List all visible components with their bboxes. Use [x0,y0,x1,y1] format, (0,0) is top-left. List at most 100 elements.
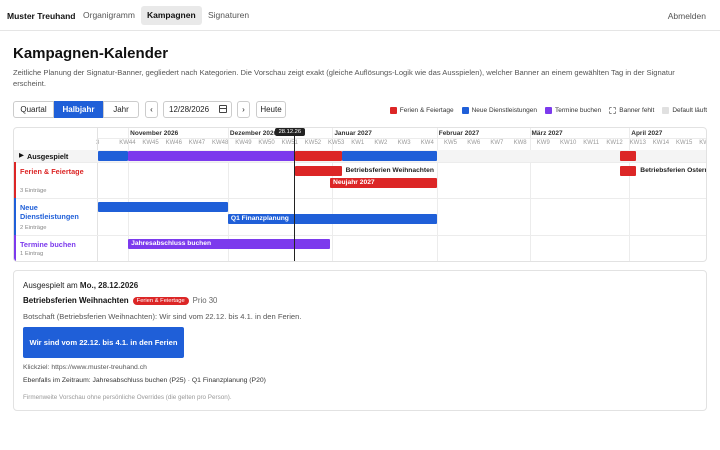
legend-swatch [609,106,617,114]
campaign-name: Betriebsferien Weihnachten [23,296,129,305]
week-label: KW2 [374,140,388,146]
month-gridline [629,128,631,261]
range-jahr-button[interactable]: Jahr [103,101,139,118]
week-label: KW11 [583,140,600,146]
page-title: Kampagnen-Kalender [13,45,169,62]
today-marker-label: 28.12.26 [274,128,306,136]
row-entry-count: 1 Eintrag [20,251,44,257]
week-label: KW53 [328,140,345,146]
month-label: Februar 2027 [438,130,480,137]
campaign-bar-label: Neujahr 2027 [333,179,375,186]
week-label: KW49 [235,140,252,146]
campaign-bar[interactable] [295,151,342,161]
prev-period-button[interactable]: ‹ [145,101,158,118]
campaign-bar[interactable] [620,151,637,161]
legend-item-termine: Termine buchen [545,105,601,115]
week-label: KW46 [165,140,182,146]
week-label: KW52 [304,140,322,146]
category-color-bar [14,162,16,198]
row-entry-count: 2 Einträge [20,225,47,231]
row-label-ausgespielt[interactable]: Ausgespielt [27,152,68,161]
row-entry-count: 3 Einträge [20,188,47,194]
campaign-bar[interactable] [295,166,342,176]
click-target: Klickziel: https://www.muster-treuhand.c… [23,364,147,371]
preview-campaign: Betriebsferien Weihnachten Ferien & Feie… [23,296,217,305]
week-label: KW48 [212,140,229,146]
legend: Ferien & Feiertage Neue Dienstleistungen… [389,105,707,115]
week-label: KW10 [560,140,577,146]
row-divider [14,162,706,163]
month-label: Januar 2027 [334,130,372,137]
also-running: Ebenfalls im Zeitraum: Jahresabschluss b… [23,377,266,384]
campaign-bar[interactable] [98,151,129,161]
preview-heading: Ausgespielt am Mo., 28.12.2026 [23,281,138,290]
legend-swatch [389,106,397,114]
message-label: Botschaft (Betriebsferien Weihnachten): [23,312,158,321]
campaign-bar[interactable] [98,202,228,212]
week-label: KW1 [351,140,365,146]
collapse-toggle-icon[interactable]: ▶ [19,152,24,160]
legend-item-default: Default läuft [662,105,707,115]
range-quartal-button[interactable]: Quartal [13,101,54,118]
preview-message: Botschaft (Betriebsferien Weihnachten): … [23,312,301,321]
month-label: März 2027 [531,130,563,137]
week-label: KW45 [142,140,159,146]
legend-swatch [461,106,469,114]
preview-date: Mo., 28.12.2026 [79,281,139,290]
row-label-category[interactable]: Neue Dienstleistungen [20,203,94,221]
week-label: KW50 [258,140,275,146]
range-halbjahr-button[interactable]: Halbjahr [54,101,103,118]
logout-link[interactable]: Abmelden [668,11,706,21]
campaign-bar[interactable] [128,151,296,161]
calendar-icon[interactable] [219,105,227,113]
week-label: KW16 [699,140,706,146]
message-text: Wir sind vom 22.12. bis 4.1. in den Feri… [159,312,302,321]
month-label: April 2027 [631,130,663,137]
legend-label: Neue Dienstleistungen [471,106,537,114]
priority-label: Prio 30 [192,296,218,305]
week-label: KW13 [629,140,646,146]
month-gridline [529,128,531,261]
today-button[interactable]: Heute [256,101,286,118]
banner-preview[interactable]: Wir sind vom 22.12. bis 4.1. in den Feri… [23,327,184,358]
campaign-bar[interactable] [620,166,637,176]
legend-item-dienstleistungen: Neue Dienstleistungen [461,105,537,115]
nav-tab-signaturen[interactable]: Signaturen [202,6,255,25]
row-divider [14,235,706,236]
month-gridline [436,128,438,261]
campaign-bar[interactable] [341,151,437,161]
legend-item-banner-fehlt: Banner fehlt [609,105,654,115]
campaign-bar-label: Q1 Finanzplanung [230,215,289,222]
month-divider [98,138,706,139]
legend-item-ferien: Ferien & Feiertage [389,105,454,115]
week-label: KW4 [420,140,434,146]
month-label: November 2026 [130,130,179,137]
row-divider [14,198,706,199]
week-label: KW6 [467,140,481,146]
legend-swatch [662,106,670,114]
date-input[interactable]: 12/28/2026 [163,101,232,118]
top-nav: Muster Treuhand Organigramm Kampagnen Si… [0,0,720,31]
category-color-bar [14,198,16,235]
week-label: KW12 [606,140,623,146]
month-label: Dezember 2026 [229,130,278,137]
next-period-button[interactable]: › [237,101,250,118]
campaign-gantt: November 2026 Dezember 2026 Januar 2027 Feb… [13,127,707,262]
preview-note: Firmenweite Vorschau ohne persönliche Ov… [23,394,232,401]
nav-tab-kampagnen[interactable]: Kampagnen [141,6,202,25]
week-label: KW3 [397,140,411,146]
page-description: Zeitliche Planung der Signatur-Banner, g… [13,68,675,88]
campaign-bar-label: Jahresabschluss buchen [131,240,212,247]
week-label: KW9 [536,140,550,146]
nav-tab-organigramm[interactable]: Organigramm [77,6,141,25]
today-line [293,136,295,261]
week-label: KW51 [281,140,298,146]
row-label-category[interactable]: Ferien & Feiertage [20,167,94,176]
week-label: KW14 [652,140,670,146]
row-label-category[interactable]: Termine buchen [20,240,94,249]
week-label: KW5 [444,140,458,146]
brand-name: Muster Treuhand [7,11,76,21]
week-label: KW7 [490,140,504,146]
week-label: KW15 [676,140,693,146]
month-gridline [332,128,334,261]
